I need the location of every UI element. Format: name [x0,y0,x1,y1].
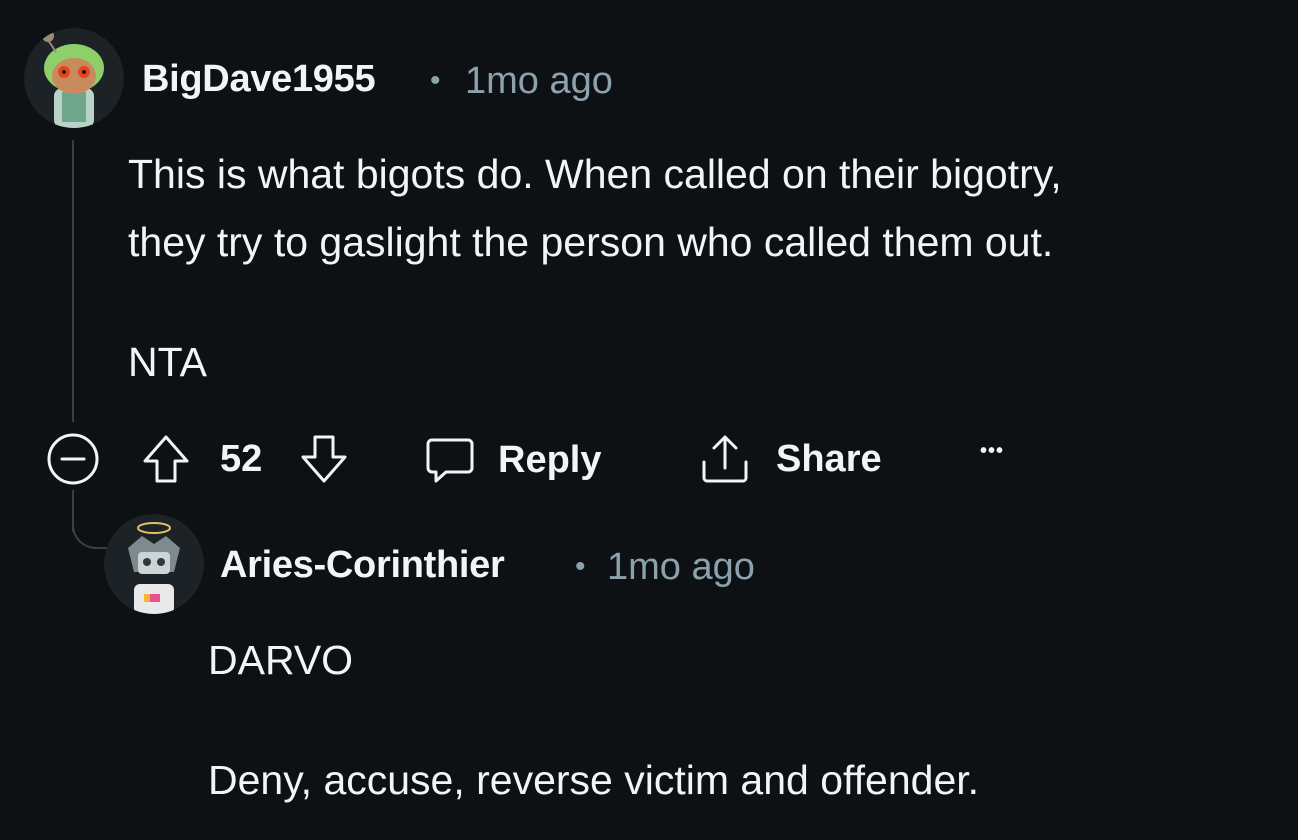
reply-body-line: DARVO [208,637,354,683]
downvote-icon[interactable] [298,432,350,486]
comment-timestamp[interactable]: 1mo ago [465,60,613,103]
more-options-button[interactable]: ••• [980,440,1004,463]
comment-author[interactable]: BigDave1955 [142,58,376,101]
comment-body-line: they try to gaslight the person who call… [128,219,1054,265]
avatar[interactable] [104,514,204,614]
meta-separator: • [430,64,441,97]
comment-body-line: NTA [128,339,207,385]
vote-count: 52 [220,438,263,480]
share-label: Share [776,437,882,480]
reply-label: Reply [498,438,602,481]
share-button[interactable]: Share [698,432,882,486]
share-icon [698,432,752,486]
thread-line [72,140,74,422]
upvote-icon[interactable] [140,432,192,486]
collapse-icon[interactable] [46,432,100,486]
reply-author[interactable]: Aries-Corinthier [220,544,505,587]
comment-icon [424,434,476,486]
reply-button[interactable]: Reply [424,434,601,486]
comment-body-line: This is what bigots do. When called on t… [128,151,1062,197]
avatar[interactable] [24,28,124,128]
reply-body-line: Deny, accuse, reverse victim and offende… [208,757,980,803]
thread-branch-curve [72,515,110,549]
meta-separator: • [575,550,586,583]
reply-timestamp[interactable]: 1mo ago [607,546,755,589]
